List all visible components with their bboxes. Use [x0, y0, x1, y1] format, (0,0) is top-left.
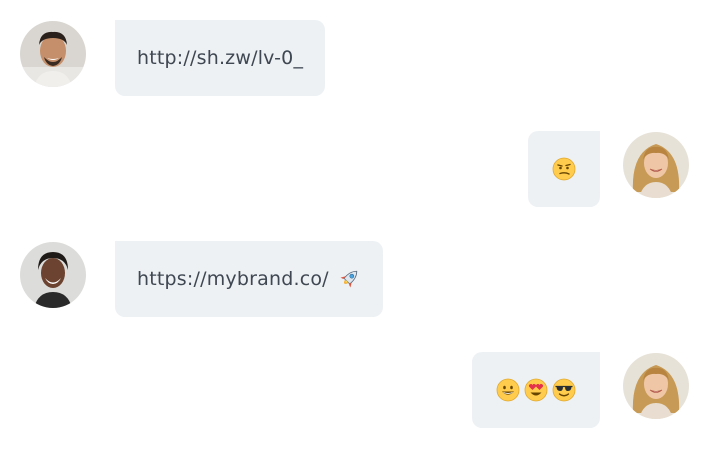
chat-thread: http://sh.zw/lv-0_ https://mybrand.co/: [0, 0, 712, 456]
avatar[interactable]: [20, 242, 86, 308]
message-text[interactable]: http://sh.zw/lv-0_: [137, 47, 303, 69]
man-portrait-avatar: [20, 21, 86, 87]
heart-eyes-emoji: [524, 378, 548, 402]
message-row: [0, 352, 712, 432]
woman-portrait-avatar: [623, 353, 689, 419]
message-row: http://sh.zw/lv-0_: [0, 20, 712, 100]
grinning-face-emoji: [496, 378, 520, 402]
woman-portrait-avatar-2: [20, 242, 86, 308]
avatar[interactable]: [623, 132, 689, 198]
message-bubble[interactable]: http://sh.zw/lv-0_: [115, 20, 326, 96]
message-row: [0, 131, 712, 211]
avatar[interactable]: [623, 353, 689, 419]
woman-portrait-avatar: [623, 132, 689, 198]
message-text[interactable]: https://mybrand.co/: [137, 268, 329, 290]
message-bubble[interactable]: https://mybrand.co/: [115, 241, 383, 317]
message-bubble[interactable]: [472, 352, 600, 428]
message-row: https://mybrand.co/: [0, 241, 712, 321]
avatar[interactable]: [20, 21, 86, 87]
smirking-face-emoji: [552, 157, 576, 181]
message-bubble[interactable]: [528, 131, 600, 207]
rocket-emoji: [337, 267, 361, 291]
sunglasses-face-emoji: [552, 378, 576, 402]
